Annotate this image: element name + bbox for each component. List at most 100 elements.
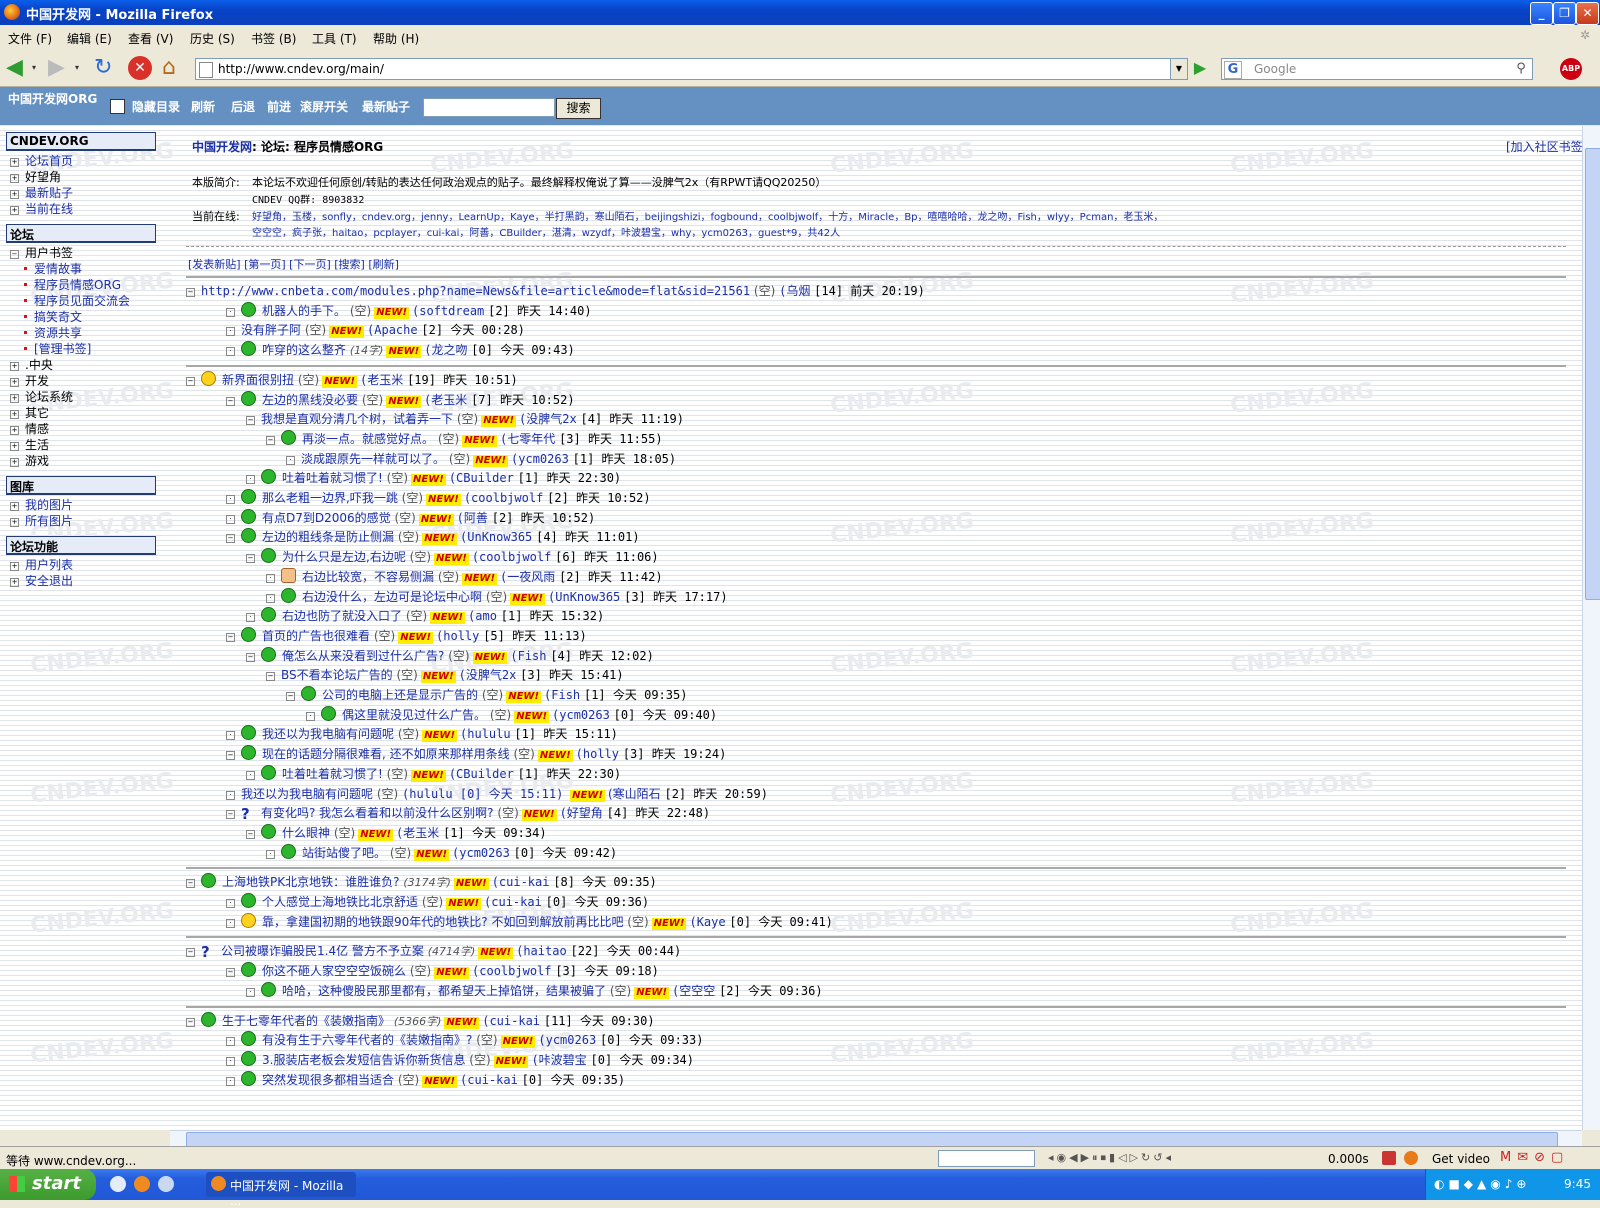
thread-title-link[interactable]: 右边没什么，左边可是论坛中心啊 (302, 590, 482, 604)
hide-dir-icon[interactable] (110, 99, 125, 114)
minimize-button[interactable]: _ (1530, 2, 1553, 25)
address-dropdown-icon[interactable]: ▼ (1170, 58, 1188, 80)
sidebar-item-forum[interactable]: + 论坛系统 (10, 388, 73, 405)
expand-toggle-icon[interactable]: · (266, 593, 275, 603)
expand-toggle-icon[interactable]: − (246, 554, 255, 564)
expand-toggle-icon[interactable]: · (246, 613, 255, 623)
author-link[interactable]: (没脾气2x (519, 412, 577, 426)
author-link[interactable]: (cui-kai (482, 1014, 540, 1028)
expand-toggle-icon[interactable]: − (226, 534, 235, 544)
author-link[interactable]: (龙之吻 (424, 343, 467, 357)
thread-title-link[interactable]: 为什么只是左边,右边呢 (282, 550, 406, 564)
expand-toggle-icon[interactable]: − (286, 692, 295, 701)
expand-toggle-icon[interactable]: · (226, 1037, 235, 1047)
thread-title-link[interactable]: 吐着吐着就习惯了! (282, 767, 383, 781)
thread-title-link[interactable]: 公司被曝诈骗股民1.4亿 警方不予立案 (221, 944, 424, 958)
sidebar-item-cape[interactable]: + 好望角 (10, 168, 61, 185)
expand-toggle-icon[interactable]: · (246, 987, 255, 997)
back-link[interactable]: 后退 (231, 98, 255, 115)
back-icon[interactable]: ◀ (6, 56, 30, 80)
forward-icon[interactable]: ▶ (48, 56, 72, 80)
go-icon[interactable]: ▶ (1190, 58, 1210, 78)
join-bookmark-link[interactable]: [加入社区书签] (1506, 138, 1582, 155)
site-logo[interactable]: 中国开发网ORG (8, 90, 97, 107)
scroll-toggle-link[interactable]: 滚屏开关 (300, 98, 348, 115)
quicklaunch-icon[interactable] (110, 1176, 126, 1192)
thread-title-link[interactable]: 淡成跟原先一样就可以了。 (301, 452, 445, 466)
author-link[interactable]: (Fish (510, 649, 546, 663)
expand-toggle-icon[interactable]: − (226, 632, 235, 642)
sidebar-item-all-pictures[interactable]: + 所有图片 (10, 512, 73, 529)
bookmark-item[interactable]: 资源共享 (24, 324, 82, 341)
author-link[interactable]: (Kaye (689, 915, 725, 929)
sidebar-item-bookmarks[interactable]: − 用户书签 (10, 244, 73, 261)
forward-link[interactable]: 前进 (267, 98, 291, 115)
thread-title-link[interactable]: 机器人的手下。 (262, 304, 346, 318)
adblock-icon[interactable]: ABP (1560, 58, 1582, 80)
author-link[interactable]: (老玉米 (360, 373, 403, 387)
author-link[interactable]: (阿善 (457, 511, 488, 525)
address-bar[interactable]: http://www.cndev.org/main/ (195, 58, 1172, 80)
thread-title-link[interactable]: 吐着吐着就习惯了! (282, 471, 383, 485)
close-button[interactable]: ✕ (1576, 2, 1599, 25)
sidebar-item-home[interactable]: + 论坛首页 (10, 152, 73, 169)
sidebar-item-users[interactable]: + 用户列表 (10, 556, 73, 573)
expand-toggle-icon[interactable]: · (246, 475, 255, 485)
breadcrumb-site-link[interactable]: 中国开发网 (192, 140, 252, 154)
author-link[interactable]: (Apache (367, 323, 418, 337)
author-link[interactable]: (CBuilder (449, 471, 514, 485)
thread-title-link[interactable]: 有变化吗? 我怎么看着和以前没什么区别啊? (261, 806, 494, 820)
expand-toggle-icon[interactable]: − (266, 435, 275, 445)
expand-toggle-icon[interactable]: · (226, 514, 235, 524)
thread-title-link[interactable]: 生于七零年代者的《装嫩指南》 (222, 1014, 390, 1028)
thread-title-link[interactable]: 新界面很别扭 (222, 373, 294, 387)
thread-title-link[interactable]: 偶这里就没见过什么广告。 (342, 708, 486, 722)
author-link[interactable]: (cui-kai (492, 875, 550, 889)
back-dropdown-icon[interactable]: ▾ (32, 56, 42, 80)
thread-title-link[interactable]: 右边比较宽，不容易侧漏 (302, 570, 434, 584)
author-link[interactable]: (ycm0263 (552, 708, 610, 722)
expand-toggle-icon[interactable]: · (226, 307, 235, 317)
expand-toggle-icon[interactable]: − (186, 879, 195, 889)
firefox-addon-icon[interactable] (1404, 1151, 1418, 1165)
expand-toggle-icon[interactable]: · (266, 849, 275, 859)
author-link[interactable]: (amo (468, 609, 497, 623)
menu-edit[interactable]: 编辑 (E) (67, 30, 112, 47)
thread-title-link[interactable]: 突然发现很多都相当适合 (262, 1073, 394, 1087)
expand-toggle-icon[interactable]: − (226, 968, 235, 978)
author-link[interactable]: (咔波碧宝 (531, 1053, 586, 1067)
author-link[interactable]: (holly (576, 747, 619, 761)
author-link[interactable]: (Fish (544, 688, 580, 702)
menu-history[interactable]: 历史 (S) (190, 30, 235, 47)
author-link[interactable]: (cui-kai (484, 895, 542, 909)
author-link[interactable]: (UnKnow365 (460, 530, 532, 544)
author-link[interactable]: (CBuilder (449, 767, 514, 781)
expand-toggle-icon[interactable]: − (186, 376, 195, 386)
hide-dir-link[interactable]: 隐藏目录 (132, 98, 180, 115)
forum-actions[interactable]: [发表新贴] [第一页] [下一页] [搜索] [刷新] (188, 256, 399, 272)
vertical-scrollbar[interactable] (1582, 126, 1600, 1130)
online-users-line1[interactable]: 好望角，玉楼，sonfly，cndev.org，jenny，LearnUp，Ka… (252, 208, 1163, 223)
reload-icon[interactable]: ↻ (94, 56, 118, 80)
thread-title-link[interactable]: 咋穿的这么整齐 (262, 343, 346, 357)
thread-title-link[interactable]: 右边也防了就没入口了 (282, 609, 402, 623)
bookmark-item[interactable]: 爱情故事 (24, 260, 82, 277)
expand-toggle-icon[interactable]: − (186, 288, 195, 297)
thread-title-link[interactable]: 上海地铁PK北京地铁：谁胜谁负? (222, 875, 399, 889)
mail-icons[interactable]: M✉⊘▢ (1500, 1150, 1569, 1165)
thread-title-link[interactable]: 我想是直观分清几个树，试着弄一下 (261, 412, 453, 426)
expand-toggle-icon[interactable]: − (226, 751, 235, 761)
expand-toggle-icon[interactable]: − (246, 416, 255, 426)
site-search-input[interactable] (423, 98, 555, 117)
horizontal-scroll-thumb[interactable] (186, 1132, 1558, 1147)
menu-file[interactable]: 文件 (F) (8, 30, 52, 47)
author-link[interactable]: (softdream (412, 304, 484, 318)
expand-toggle-icon[interactable]: · (266, 573, 275, 583)
sidebar-item-forum[interactable]: + 开发 (10, 372, 49, 389)
vertical-scroll-thumb[interactable] (1585, 148, 1600, 600)
author-link[interactable]: (好望角 (560, 806, 603, 820)
site-search-button[interactable]: 搜索 (556, 98, 601, 119)
quicklaunch-icon[interactable] (158, 1176, 174, 1192)
sidebar-item-forum[interactable]: + .中央 (10, 356, 53, 373)
sidebar-item-latest[interactable]: + 最新贴子 (10, 184, 73, 201)
